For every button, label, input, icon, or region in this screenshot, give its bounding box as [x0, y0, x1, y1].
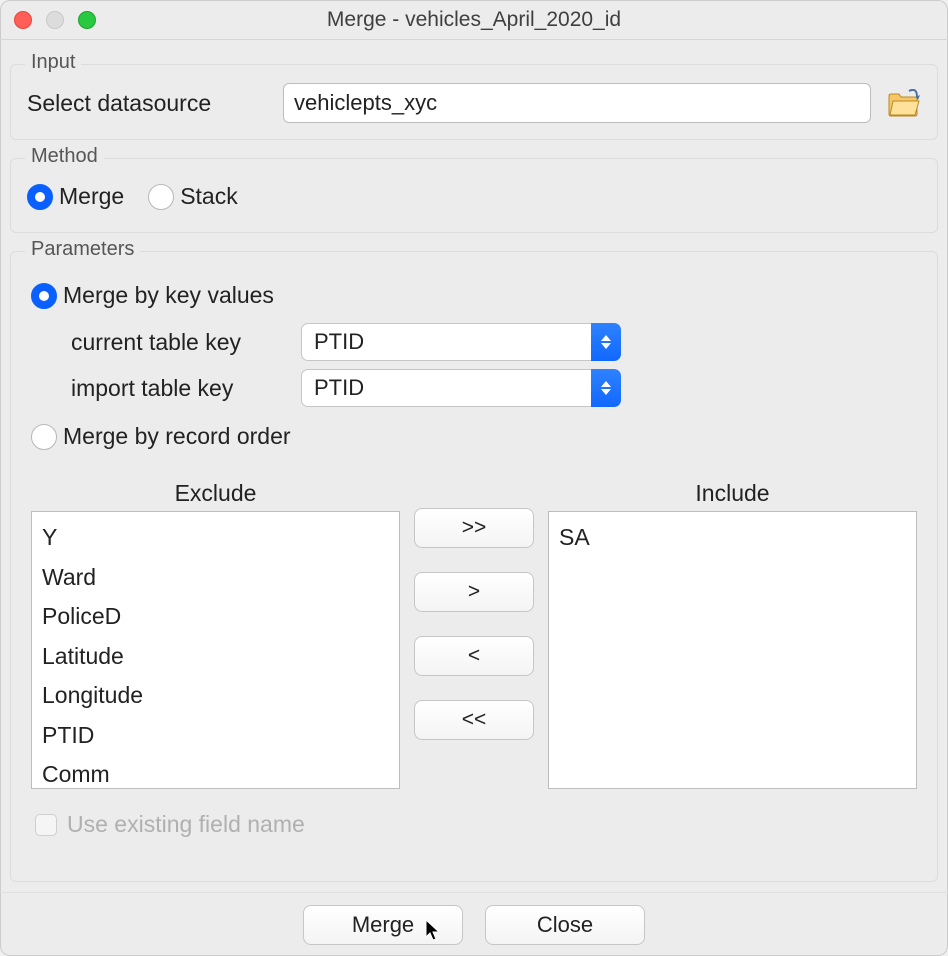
select-datasource-label: Select datasource [27, 90, 267, 117]
input-section-label: Input [25, 51, 81, 74]
exclude-listbox[interactable]: YWardPoliceDLatitudeLongitudePTIDComm [31, 511, 400, 789]
list-item[interactable]: Ward [42, 558, 389, 598]
move-all-left-button[interactable]: << [414, 700, 534, 740]
current-table-key-select[interactable]: PTID [301, 323, 621, 361]
window-controls [14, 11, 96, 29]
move-one-right-button[interactable]: > [414, 572, 534, 612]
window-title: Merge - vehicles_April_2020_id [0, 8, 948, 32]
parameters-section-label: Parameters [25, 238, 140, 261]
merge-by-key-label: Merge by key values [63, 282, 274, 309]
move-all-right-button[interactable]: >> [414, 508, 534, 548]
current-table-key-value: PTID [301, 323, 591, 361]
list-item[interactable]: Comm [42, 755, 389, 789]
close-window-button[interactable] [14, 11, 32, 29]
current-table-key-label: current table key [71, 329, 301, 356]
merge-button[interactable]: Merge [303, 905, 463, 945]
include-title: Include [695, 480, 769, 507]
stepper-icon [591, 323, 621, 361]
stack-radio-label: Stack [180, 183, 238, 210]
datasource-input[interactable] [283, 83, 871, 123]
titlebar: Merge - vehicles_April_2020_id [0, 0, 948, 40]
input-section: Input Select datasource [10, 64, 938, 140]
import-table-key-select[interactable]: PTID [301, 369, 621, 407]
merge-radio[interactable] [27, 184, 53, 210]
list-item[interactable]: Latitude [42, 637, 389, 677]
import-table-key-label: import table key [71, 375, 301, 402]
mover-buttons: >> > < << [414, 480, 534, 789]
close-button[interactable]: Close [485, 905, 645, 945]
merge-radio-label: Merge [59, 183, 124, 210]
merge-dialog: Merge - vehicles_April_2020_id Input Sel… [0, 0, 948, 956]
include-column: Include SA [548, 480, 917, 789]
use-existing-field-name-checkbox [35, 814, 57, 836]
browse-folder-icon[interactable] [887, 89, 921, 117]
include-listbox[interactable]: SA [548, 511, 917, 789]
import-table-key-value: PTID [301, 369, 591, 407]
list-item[interactable]: PTID [42, 716, 389, 756]
exclude-column: Exclude YWardPoliceDLatitudeLongitudePTI… [31, 480, 400, 789]
move-one-left-button[interactable]: < [414, 636, 534, 676]
stepper-icon [591, 369, 621, 407]
merge-by-key-radio[interactable] [31, 283, 57, 309]
minimize-window-button[interactable] [46, 11, 64, 29]
parameters-section: Parameters Merge by key values current t… [10, 251, 938, 882]
stack-radio[interactable] [148, 184, 174, 210]
method-section-label: Method [25, 145, 104, 168]
method-section: Method Merge Stack [10, 158, 938, 233]
dialog-content: Input Select datasource Method [0, 40, 948, 892]
list-item[interactable]: Longitude [42, 676, 389, 716]
list-item[interactable]: SA [559, 518, 906, 558]
list-item[interactable]: PoliceD [42, 597, 389, 637]
list-item[interactable]: Y [42, 518, 389, 558]
exclude-title: Exclude [175, 480, 257, 507]
dialog-footer: Merge Close [0, 892, 948, 956]
use-existing-field-name-label: Use existing field name [67, 811, 305, 838]
merge-by-record-order-radio[interactable] [31, 424, 57, 450]
merge-by-record-order-label: Merge by record order [63, 423, 291, 450]
zoom-window-button[interactable] [78, 11, 96, 29]
